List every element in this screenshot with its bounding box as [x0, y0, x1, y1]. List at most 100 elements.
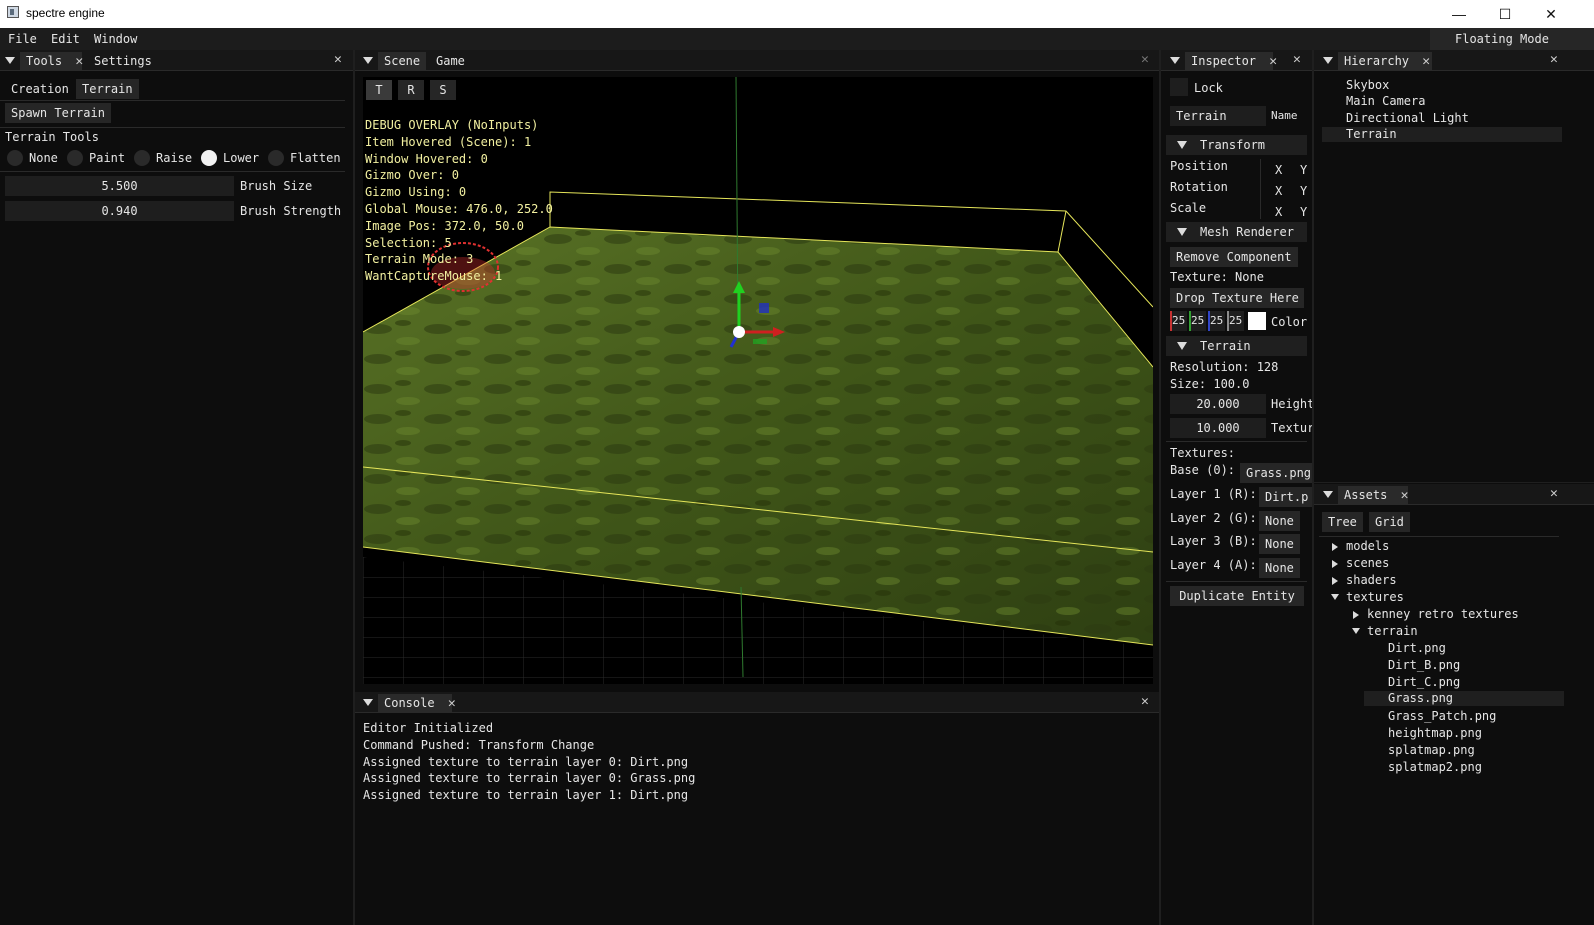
radio-raise[interactable]: [134, 150, 150, 166]
layer-4-slot[interactable]: None: [1259, 558, 1300, 578]
hierarchy-item-directional-light[interactable]: Directional Light: [1346, 111, 1469, 125]
expand-icon[interactable]: [1332, 560, 1338, 568]
position-y[interactable]: Y: [1300, 163, 1307, 177]
drop-texture-target[interactable]: Drop Texture Here: [1170, 288, 1304, 308]
panel-menu-icon[interactable]: [1170, 57, 1180, 64]
scene-viewport[interactable]: T R S DEBUG OVERLAY (NoInputs) Item Hove…: [363, 77, 1153, 684]
terrain-height-input[interactable]: 20.000: [1170, 394, 1266, 414]
hierarchy-item-skybox[interactable]: Skybox: [1346, 78, 1389, 92]
entity-name-input[interactable]: Terrain: [1170, 106, 1266, 126]
layer-1-slot[interactable]: Dirt.p: [1259, 487, 1312, 507]
tree-item-kenney-retro-textures[interactable]: kenney retro textures: [1367, 607, 1519, 621]
tree-file-dirt[interactable]: Dirt.png: [1388, 641, 1446, 655]
tree-file-dirt-b[interactable]: Dirt_B.png: [1388, 658, 1460, 672]
splitter[interactable]: [1314, 482, 1594, 483]
color-b-field[interactable]: 25: [1208, 311, 1225, 331]
rotation-y[interactable]: Y: [1300, 184, 1307, 198]
tree-item-terrain[interactable]: terrain: [1367, 624, 1418, 638]
menu-edit[interactable]: Edit: [51, 32, 80, 46]
close-panel-icon[interactable]: ✕: [1293, 53, 1301, 66]
terrain-header[interactable]: Terrain: [1166, 336, 1307, 356]
panel-menu-icon[interactable]: [363, 57, 373, 64]
tree-file-splatmap[interactable]: splatmap.png: [1388, 743, 1475, 757]
subtab-terrain[interactable]: Terrain: [76, 79, 139, 99]
rotate-tool-button[interactable]: R: [398, 80, 424, 100]
gizmo-center[interactable]: [733, 326, 745, 338]
subtab-creation[interactable]: Creation: [5, 79, 75, 99]
maximize-button[interactable]: ☐: [1482, 0, 1528, 28]
panel-menu-icon[interactable]: [1323, 57, 1333, 64]
collapse-icon[interactable]: [1331, 594, 1339, 600]
tree-file-grass-patch[interactable]: Grass_Patch.png: [1388, 709, 1496, 723]
grid-view-button[interactable]: Grid: [1369, 512, 1410, 532]
tab-scene[interactable]: Scene: [378, 52, 427, 70]
tree-file-splatmap2[interactable]: splatmap2.png: [1388, 760, 1482, 774]
tree-item-models[interactable]: models: [1346, 539, 1389, 553]
panel-menu-icon[interactable]: [5, 57, 15, 64]
close-tab-icon[interactable]: ✕: [1422, 54, 1430, 69]
tree-item-textures[interactable]: textures: [1346, 590, 1404, 604]
scale-x[interactable]: X: [1275, 205, 1282, 219]
radio-none[interactable]: [7, 150, 23, 166]
tab-console[interactable]: Console ✕: [378, 694, 456, 712]
color-r-field[interactable]: 25: [1170, 311, 1187, 331]
tree-view-button[interactable]: Tree: [1322, 512, 1363, 532]
close-window-button[interactable]: ✕: [1528, 0, 1574, 28]
floating-mode-toggle[interactable]: Floating Mode: [1430, 28, 1594, 50]
close-tab-icon[interactable]: ✕: [1401, 488, 1409, 503]
spawn-terrain-button[interactable]: Spawn Terrain: [5, 103, 111, 123]
tree-file-grass[interactable]: Grass.png: [1364, 691, 1564, 706]
scale-y[interactable]: Y: [1300, 205, 1307, 219]
hierarchy-item-main-camera[interactable]: Main Camera: [1346, 94, 1425, 108]
color-a-field[interactable]: 25!: [1227, 311, 1244, 331]
brush-strength-slider[interactable]: 0.940: [5, 201, 234, 221]
close-tab-icon[interactable]: ✕: [75, 54, 83, 69]
scale-tool-button[interactable]: S: [430, 80, 456, 100]
close-panel-icon[interactable]: ✕: [1550, 487, 1558, 500]
tree-item-scenes[interactable]: scenes: [1346, 556, 1389, 570]
texture-scale-input[interactable]: 10.000: [1170, 418, 1266, 438]
expand-icon[interactable]: [1353, 611, 1359, 619]
panel-menu-icon[interactable]: [1323, 491, 1333, 498]
layer-base-slot[interactable]: Grass.png: [1240, 463, 1312, 483]
translate-tool-button[interactable]: T: [366, 80, 392, 100]
menu-file[interactable]: File: [8, 32, 37, 46]
tree-item-shaders[interactable]: shaders: [1346, 573, 1397, 587]
expand-icon[interactable]: [1332, 543, 1338, 551]
radio-lower[interactable]: [201, 150, 217, 166]
tab-inspector[interactable]: Inspector ✕: [1185, 52, 1277, 70]
position-x[interactable]: X: [1275, 163, 1282, 177]
tree-file-dirt-c[interactable]: Dirt_C.png: [1388, 675, 1460, 689]
radio-paint[interactable]: [67, 150, 83, 166]
rotation-x[interactable]: X: [1275, 184, 1282, 198]
close-panel-icon[interactable]: ✕: [1550, 53, 1558, 66]
minimize-button[interactable]: —: [1436, 0, 1482, 28]
close-tab-icon[interactable]: ✕: [1269, 54, 1277, 69]
tab-tools[interactable]: Tools ✕: [20, 52, 83, 70]
hierarchy-item-terrain[interactable]: Terrain: [1322, 127, 1562, 142]
tab-assets[interactable]: Assets ✕: [1338, 486, 1408, 504]
brush-size-slider[interactable]: 5.500: [5, 176, 234, 196]
tree-file-heightmap[interactable]: heightmap.png: [1388, 726, 1482, 740]
collapse-icon[interactable]: [1352, 628, 1360, 634]
layer-2-slot[interactable]: None: [1259, 511, 1300, 531]
close-panel-icon[interactable]: ✕: [1141, 53, 1149, 66]
radio-flatten[interactable]: [268, 150, 284, 166]
tab-settings[interactable]: Settings: [88, 52, 158, 70]
tab-hierarchy[interactable]: Hierarchy ✕: [1338, 52, 1432, 70]
menu-window[interactable]: Window: [94, 32, 137, 46]
lock-checkbox[interactable]: [1170, 78, 1188, 96]
close-tab-icon[interactable]: ✕: [448, 696, 456, 711]
expand-icon[interactable]: [1332, 577, 1338, 585]
transform-header[interactable]: Transform: [1166, 135, 1307, 155]
panel-menu-icon[interactable]: [363, 699, 373, 706]
mesh-renderer-header[interactable]: Mesh Renderer: [1166, 222, 1307, 242]
remove-component-button[interactable]: Remove Component: [1170, 247, 1298, 267]
layer-3-slot[interactable]: None: [1259, 534, 1300, 554]
duplicate-entity-button[interactable]: Duplicate Entity: [1170, 586, 1304, 606]
color-g-field[interactable]: 25!: [1189, 311, 1206, 331]
close-panel-icon[interactable]: ✕: [334, 53, 342, 66]
color-swatch[interactable]: [1248, 312, 1266, 330]
tab-game[interactable]: Game: [430, 52, 471, 70]
close-panel-icon[interactable]: ✕: [1141, 695, 1149, 708]
